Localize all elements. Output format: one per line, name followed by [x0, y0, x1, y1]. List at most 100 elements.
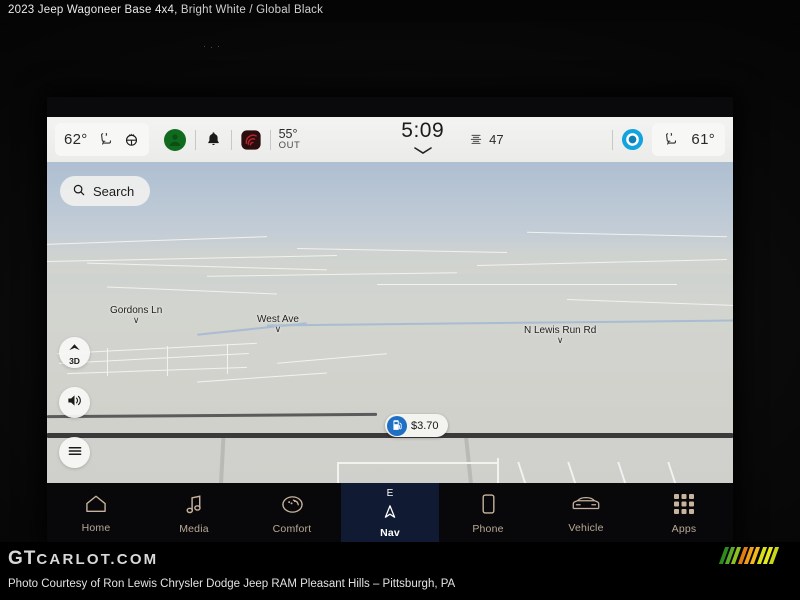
compass-heading-letter: E [386, 488, 394, 499]
map-lot-line [107, 348, 108, 376]
satellite-radio-icon[interactable] [240, 129, 262, 151]
dust-speck [218, 46, 219, 47]
north-arrow-icon [68, 339, 81, 357]
nav-tab-label: Nav [380, 527, 400, 539]
vehicle-photo: 62° 55° OUT 5:09 47 61° Gordons Ln ∨ Wes… [0, 22, 800, 542]
status-bar: 62° 55° OUT 5:09 47 61° [47, 117, 733, 162]
driver-temperature[interactable]: 62° [64, 131, 88, 148]
nav-tab-vehicle[interactable]: Vehicle [537, 483, 635, 542]
dust-speck [204, 46, 205, 47]
status-divider [612, 129, 614, 150]
hamburger-menu-icon [67, 444, 83, 462]
nav-tab-label: Phone [472, 523, 504, 535]
map-lot-line [567, 462, 589, 483]
status-divider [194, 129, 196, 150]
fan-speed-group[interactable]: 47 [468, 132, 504, 148]
stripe-group-yellow [756, 547, 780, 564]
map-waterway [267, 319, 733, 327]
navigation-map[interactable]: Gordons Ln∨ West Ave∨ N Lewis Run Rd∨ [47, 162, 733, 483]
notification-bell-icon[interactable] [204, 130, 223, 149]
fuel-price-value: $3.70 [411, 419, 439, 432]
outside-temp-label: OUT [278, 140, 301, 152]
search-icon [72, 183, 86, 200]
map-label: Gordons Ln ∨ [110, 305, 163, 325]
map-label: N Lewis Run Rd ∨ [524, 325, 597, 345]
search-placeholder: Search [93, 183, 135, 199]
caption-vehicle: 2023 Jeep Wagoneer Base 4x4, [8, 4, 178, 16]
map-label: West Ave ∨ [257, 314, 299, 334]
map-lot-line [277, 353, 387, 364]
speaker-icon [66, 393, 83, 413]
map-lot-line [197, 372, 327, 383]
map-road [567, 299, 733, 306]
comfort-seat-icon [280, 494, 305, 518]
view-mode-3d-button[interactable]: 3D [59, 337, 90, 368]
screenshot-root: 2023 Jeep Wagoneer Base 4x4, Bright Whit… [0, 0, 800, 600]
fan-speed-icon[interactable] [468, 132, 484, 148]
nav-tab-media[interactable]: Media [145, 483, 243, 542]
map-road [107, 286, 277, 295]
car-front-icon [570, 494, 602, 517]
map-lot-line [337, 462, 497, 464]
brand-stripes [718, 547, 780, 564]
nav-tab-phone[interactable]: Phone [439, 483, 537, 542]
photo-credit: Photo Courtesy of Ron Lewis Chrysler Dod… [8, 578, 456, 590]
map-lot-line [227, 344, 228, 374]
music-note-icon [184, 494, 204, 518]
nav-tab-label: Apps [671, 523, 697, 535]
logo-secondary: CARLOT.COM [36, 551, 159, 568]
bottom-nav-bar: Home Media Comfort E Nav Phone Vehicle A… [47, 483, 733, 542]
map-volume-button[interactable] [59, 387, 90, 418]
chevron-down-icon[interactable] [412, 142, 434, 160]
fuel-pump-icon [387, 415, 407, 436]
outside-temperature: 55° OUT [278, 127, 301, 152]
passenger-climate-group[interactable]: 61° [652, 123, 726, 156]
map-lot-line [167, 346, 168, 376]
status-divider [269, 129, 271, 150]
map-lot-line [667, 462, 689, 483]
map-road [214, 438, 226, 483]
driver-profile-icon[interactable] [163, 128, 187, 152]
phone-icon [481, 493, 496, 518]
map-lot-line [497, 458, 499, 483]
site-logo: GTCARLOT.COM [8, 548, 158, 570]
passenger-temperature[interactable]: 61° [691, 131, 715, 148]
nav-tab-apps[interactable]: Apps [635, 483, 733, 542]
map-controls: 3D [59, 337, 90, 468]
dust-speck [211, 47, 212, 48]
heated-seat-icon[interactable] [97, 131, 114, 148]
auto-sync-icon[interactable] [621, 128, 644, 151]
heated-seat-icon[interactable] [662, 131, 679, 148]
nav-tab-home[interactable]: Home [47, 483, 145, 542]
map-lot-line [67, 366, 247, 375]
status-divider [230, 129, 232, 150]
nav-tab-nav[interactable]: E Nav [341, 483, 439, 542]
search-input[interactable]: Search [60, 176, 151, 206]
nav-tab-label: Comfort [272, 522, 312, 535]
driver-climate-group[interactable]: 62° [55, 123, 149, 156]
clock-time: 5:09 [401, 118, 445, 142]
fan-speed-value: 47 [489, 132, 504, 147]
heated-steering-wheel-icon[interactable] [123, 131, 140, 148]
fuel-price-marker[interactable]: $3.70 [385, 414, 448, 437]
caption-colors: Bright White / Global Black [180, 4, 324, 16]
nav-tab-label: Media [179, 522, 209, 535]
clock-area[interactable]: 5:09 [401, 120, 444, 160]
nav-tab-label: Home [81, 522, 111, 534]
map-lot-line [337, 462, 339, 483]
map-lot-line [517, 462, 539, 483]
footer: GTCARLOT.COM Photo Courtesy of Ron Lewis… [0, 542, 800, 600]
view-mode-label: 3D [69, 356, 80, 367]
photo-caption: 2023 Jeep Wagoneer Base 4x4, Bright Whit… [8, 4, 323, 16]
nav-tab-label: Vehicle [568, 522, 604, 534]
logo-primary: GT [8, 548, 37, 569]
map-sky [47, 162, 733, 252]
nav-tab-comfort[interactable]: Comfort [243, 483, 341, 542]
compass-arrow-icon [383, 504, 397, 522]
map-menu-button[interactable] [59, 437, 90, 468]
infotainment-screen: 62° 55° OUT 5:09 47 61° Gordons Ln ∨ Wes… [47, 97, 733, 542]
home-icon [84, 494, 108, 517]
map-main-road [47, 412, 378, 419]
grid-apps-icon [673, 493, 695, 518]
map-road [377, 284, 677, 285]
